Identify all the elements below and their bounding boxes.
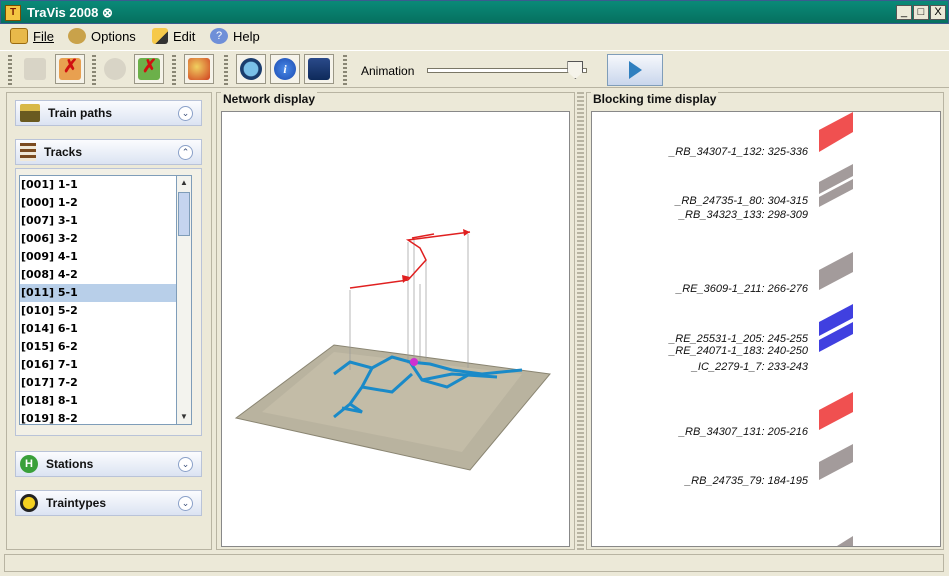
menu-edit[interactable]: Edit (152, 27, 195, 45)
block-label: _RE_25531-1_205: 245-255 (669, 333, 808, 345)
tracks-scrollbar[interactable]: ▲ ▼ (176, 175, 192, 425)
toolbar-grip (172, 55, 176, 85)
menu-bar: File Options Edit ? Help (0, 24, 949, 48)
pencil-icon (152, 28, 168, 44)
block-label: _IC_2279-1_7: 233-243 (691, 361, 808, 373)
monitor-icon (308, 58, 330, 80)
menu-file[interactable]: File (10, 27, 54, 45)
block-label: _RE_24071-1_183: 240-250 (669, 345, 808, 357)
track-list-item[interactable]: [016] 7-1 (20, 356, 183, 374)
block-label: _RB_24735-1_80: 304-315 (675, 195, 808, 207)
left-panel: Train paths ⌄ Tracks ⌃ [001] 1-1 [000] 1-… (6, 92, 212, 550)
block-red (819, 392, 853, 430)
track-list-item[interactable]: [008] 4-2 (20, 266, 183, 284)
monitor-button[interactable] (304, 54, 334, 84)
chevron-up-icon[interactable]: ⌃ (178, 145, 193, 160)
block-label: _RB_34323_133: 298-309 (678, 209, 808, 221)
window-title: TraVis 2008 ⊗ (27, 5, 113, 20)
block-grey (819, 252, 853, 290)
traintypes-header[interactable]: Traintypes ⌄ (15, 490, 202, 516)
block-red (819, 112, 853, 152)
track-list-item[interactable]: [001] 1-1 (20, 176, 183, 194)
status-bar (4, 554, 944, 572)
track-list-item[interactable]: [006] 3-2 (20, 230, 183, 248)
toolbar-grip (224, 55, 228, 85)
block-grey (837, 536, 853, 546)
scroll-up-arrow[interactable]: ▲ (177, 176, 191, 190)
panel-splitter[interactable] (577, 92, 584, 550)
toolbar-grip (8, 55, 12, 85)
track-list-item[interactable]: [017] 7-2 (20, 374, 183, 392)
network-display-title: Network display (221, 92, 318, 106)
block-label: _RB_34307-1_132: 325-336 (669, 146, 808, 158)
chevron-down-icon[interactable]: ⌄ (178, 106, 193, 121)
track-list-item[interactable]: [010] 5-2 (20, 302, 183, 320)
block-label: _RB_24735_79: 184-195 (685, 475, 808, 487)
toolbar: ✗ ✗ i Animation (0, 50, 949, 88)
track-list-item[interactable]: [018] 8-1 (20, 392, 183, 410)
close-data-button[interactable]: ✗ (134, 54, 164, 84)
block-label: _RB_34307_131: 205-216 (678, 426, 808, 438)
minimize-button[interactable]: _ (896, 5, 912, 20)
map-icon (24, 58, 46, 80)
zoom-button[interactable] (236, 54, 266, 84)
menu-options[interactable]: Options (68, 27, 136, 45)
chevron-down-icon[interactable]: ⌄ (178, 496, 193, 511)
selected-node (410, 358, 418, 366)
play-button[interactable] (607, 54, 663, 86)
folder-open-icon (10, 28, 28, 44)
rocket-icon (188, 58, 210, 80)
info-icon: i (274, 58, 296, 80)
toolbar-grip (343, 55, 347, 85)
rail-track-icon (20, 143, 36, 161)
track-list-item[interactable]: [011] 5-1 (20, 284, 183, 302)
info-button[interactable]: i (270, 54, 300, 84)
maximize-button[interactable]: □ (913, 5, 929, 20)
stations-header[interactable]: H Stations ⌄ (15, 451, 202, 477)
scroll-down-arrow[interactable]: ▼ (177, 410, 191, 424)
tracks-header[interactable]: Tracks ⌃ (15, 139, 202, 165)
menu-help[interactable]: ? Help (210, 27, 260, 45)
toolbar-grip (92, 55, 96, 85)
traintype-icon (20, 494, 38, 512)
close-map-button[interactable]: ✗ (55, 54, 85, 84)
data-icon (104, 58, 126, 80)
data-delete-icon: ✗ (138, 56, 160, 80)
map-delete-icon: ✗ (59, 56, 81, 80)
tracks-list[interactable]: [001] 1-1 [000] 1-2 [007] 3-1 [006] 3-2 [009… (19, 175, 184, 425)
station-icon: H (20, 455, 38, 473)
animation-slider-thumb[interactable] (567, 61, 584, 79)
block-label: _RE_3609-1_211: 266-276 (676, 283, 808, 295)
track-list-item[interactable]: [000] 1-2 (20, 194, 183, 212)
open-data-button[interactable] (100, 54, 130, 84)
scroll-thumb[interactable] (178, 192, 190, 236)
animation-slider-track[interactable] (427, 68, 587, 73)
blocking-time-view[interactable]: _RB_34307-1_132: 325-336 _RB_24735-1_80:… (591, 111, 941, 547)
magnifier-icon (240, 58, 262, 80)
train-icon (20, 104, 40, 122)
chevron-down-icon[interactable]: ⌄ (178, 457, 193, 472)
track-list-item[interactable]: [007] 3-1 (20, 212, 183, 230)
help-icon: ? (210, 28, 228, 44)
blocking-time-panel: Blocking time display _RB_34307-1_132: 3… (586, 92, 944, 550)
network-display-panel: Network display (216, 92, 575, 550)
close-button[interactable]: X (930, 5, 946, 20)
track-list-item[interactable]: [015] 6-2 (20, 338, 183, 356)
animation-label: Animation (361, 64, 415, 78)
launch-button[interactable] (184, 54, 214, 84)
options-icon (68, 28, 86, 44)
app-icon: T (5, 5, 21, 21)
network-3d-view[interactable] (221, 111, 570, 547)
network-graphic (234, 229, 551, 471)
open-map-button[interactable] (20, 54, 50, 84)
track-list-item[interactable]: [019] 8-2 (20, 410, 183, 424)
blocking-time-title: Blocking time display (591, 92, 719, 106)
block-grey (819, 444, 853, 480)
train-paths-header[interactable]: Train paths ⌄ (15, 100, 202, 126)
track-list-item[interactable]: [009] 4-1 (20, 248, 183, 266)
title-bar: T TraVis 2008 ⊗ _ □ X (0, 0, 949, 24)
play-icon (628, 61, 642, 79)
track-list-item[interactable]: [014] 6-1 (20, 320, 183, 338)
